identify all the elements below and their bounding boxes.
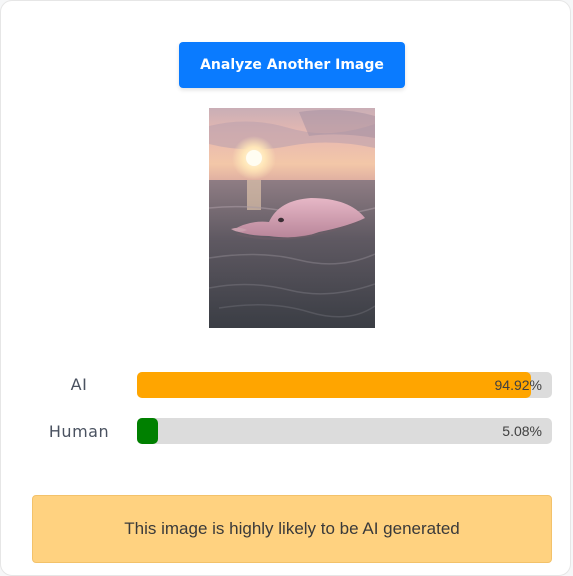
human-probability-value: 5.08% [502, 423, 542, 439]
uploaded-image-preview [209, 108, 375, 328]
ai-probability-bar: 94.92% [137, 372, 552, 398]
ai-probability-value: 94.92% [494, 377, 542, 393]
result-card: Analyze Another Image AI 94.92% Human 5.… [0, 0, 571, 576]
ai-label: AI [70, 375, 88, 394]
dolphin-image [209, 108, 375, 328]
human-label: Human [48, 422, 110, 441]
verdict-alert: This image is highly likely to be AI gen… [32, 495, 552, 563]
analyze-another-image-button[interactable]: Analyze Another Image [179, 42, 405, 88]
human-probability-bar: 5.08% [137, 418, 552, 444]
ai-probability-fill [137, 372, 531, 398]
human-probability-fill [137, 418, 159, 444]
